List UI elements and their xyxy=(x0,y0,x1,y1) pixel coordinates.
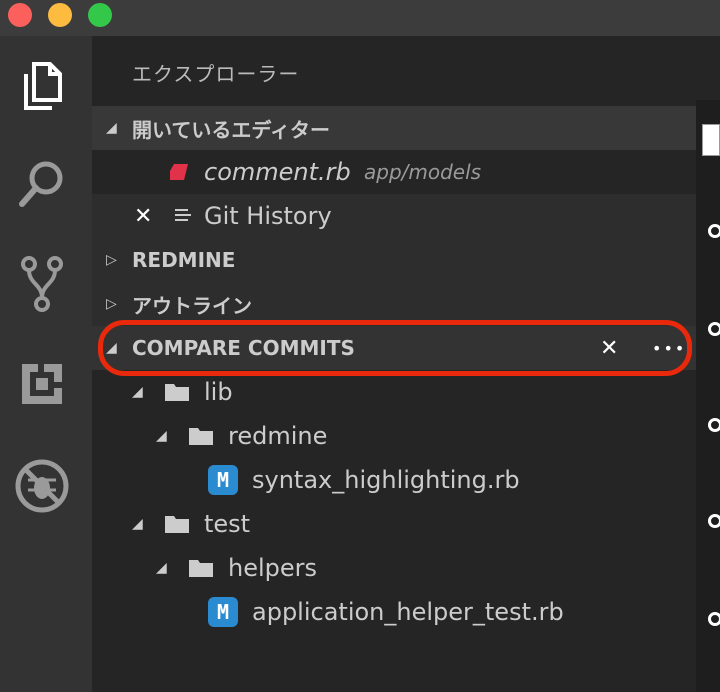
folder-icon xyxy=(189,560,213,577)
open-editor-name: comment.rb xyxy=(204,158,351,186)
tree-folder-test[interactable]: ◢ test xyxy=(92,502,696,546)
expanded-chevron-icon: ◢ xyxy=(132,516,143,532)
commit-node-icon xyxy=(708,224,720,238)
open-editors-header[interactable]: ◢ 開いているエディター xyxy=(92,106,696,150)
folder-icon xyxy=(165,516,189,533)
debug-icon xyxy=(15,459,69,513)
tree-file-application-helper-test[interactable]: M application_helper_test.rb xyxy=(92,590,696,634)
editor-area xyxy=(696,36,720,692)
zoom-window-button[interactable] xyxy=(88,3,112,27)
collapsed-chevron-icon: ▷ xyxy=(106,252,117,268)
more-actions-icon[interactable]: ••• xyxy=(652,339,686,358)
minimize-window-button[interactable] xyxy=(48,3,72,27)
folder-icon xyxy=(189,428,213,445)
expanded-chevron-icon: ◢ xyxy=(156,560,167,576)
open-editors-label: 開いているエディター xyxy=(132,117,330,142)
expanded-chevron-icon: ◢ xyxy=(106,340,117,356)
tree-item-label: syntax_highlighting.rb xyxy=(252,466,520,494)
source-control-activity[interactable] xyxy=(14,254,70,314)
open-editor-git-history[interactable]: ✕ Git History xyxy=(92,194,696,238)
folder-icon xyxy=(165,384,189,401)
debug-activity[interactable] xyxy=(14,456,70,516)
close-icon[interactable]: ✕ xyxy=(134,204,152,229)
modified-badge-icon: M xyxy=(208,597,238,627)
modified-badge-icon: M xyxy=(208,465,238,495)
outline-section-label: アウトライン xyxy=(132,293,252,318)
tree-folder-redmine[interactable]: ◢ redmine xyxy=(92,414,696,458)
open-editor-path: app/models xyxy=(364,160,482,184)
tree-folder-lib[interactable]: ◢ lib xyxy=(92,370,696,414)
tree-item-label: helpers xyxy=(228,554,318,582)
commit-node-icon xyxy=(708,612,720,626)
files-icon xyxy=(24,62,62,110)
tree-folder-helpers[interactable]: ◢ helpers xyxy=(92,546,696,590)
source-control-icon xyxy=(21,256,63,312)
open-editor-comment-rb[interactable]: comment.rb app/models xyxy=(92,150,696,194)
explorer-title: エクスプローラー xyxy=(132,62,300,86)
activity-bar xyxy=(0,36,92,692)
editor-tab[interactable] xyxy=(702,124,720,156)
editor-tab-bar xyxy=(696,36,720,100)
outline-section-header[interactable]: ▷ アウトライン xyxy=(92,282,696,326)
extensions-activity[interactable] xyxy=(14,354,70,414)
list-icon xyxy=(175,209,191,221)
collapsed-chevron-icon: ▷ xyxy=(106,296,117,312)
title-bar xyxy=(0,0,720,36)
commit-node-icon xyxy=(708,514,720,528)
extensions-icon xyxy=(22,364,62,404)
commit-node-icon xyxy=(708,322,720,336)
explorer-sidebar: エクスプローラー ◢ 開いているエディター comment.rb app/mod… xyxy=(92,36,696,692)
tree-item-label: redmine xyxy=(228,422,328,450)
tree-item-label: lib xyxy=(204,378,233,406)
close-icon[interactable]: ✕ xyxy=(600,336,618,361)
expanded-chevron-icon: ◢ xyxy=(132,384,143,400)
tree-file-syntax-highlighting[interactable]: M syntax_highlighting.rb xyxy=(92,458,696,502)
close-window-button[interactable] xyxy=(8,3,32,27)
tree-item-label: test xyxy=(204,510,251,538)
expanded-chevron-icon: ◢ xyxy=(106,120,117,136)
ruby-icon xyxy=(170,164,188,180)
explorer-activity[interactable] xyxy=(14,56,70,116)
tree-item-label: application_helper_test.rb xyxy=(252,598,564,626)
redmine-section-label: REDMINE xyxy=(132,248,236,272)
compare-commits-section-header[interactable]: ◢ COMPARE COMMITS ✕ ••• xyxy=(92,326,696,370)
redmine-section-header[interactable]: ▷ REDMINE xyxy=(92,238,696,282)
compare-commits-section-label: COMPARE COMMITS xyxy=(132,336,355,360)
search-activity[interactable] xyxy=(14,154,70,214)
commit-node-icon xyxy=(708,418,720,432)
search-icon xyxy=(19,161,63,207)
expanded-chevron-icon: ◢ xyxy=(156,428,167,444)
git-history-label: Git History xyxy=(204,202,332,230)
